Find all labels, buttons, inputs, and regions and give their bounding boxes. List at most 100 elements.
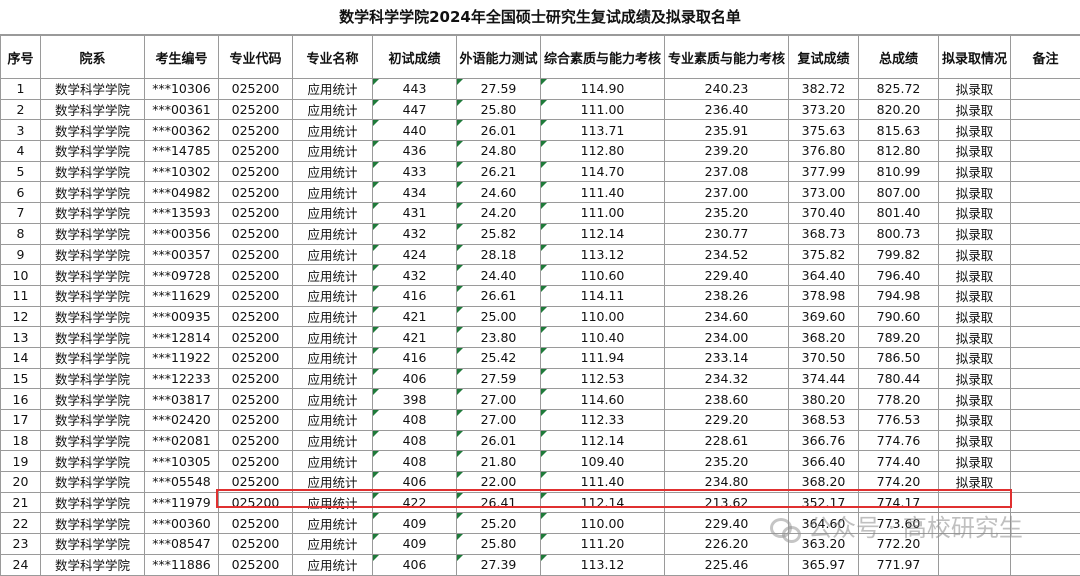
- table-cell: 4: [1, 141, 41, 162]
- table-cell: 24.60: [457, 182, 541, 203]
- table-cell: 114.60: [541, 389, 665, 410]
- table-cell: 369.60: [789, 306, 859, 327]
- table-cell: 数学科学学院: [41, 451, 145, 472]
- table-cell: 111.00: [541, 99, 665, 120]
- table-cell: 数学科学学院: [41, 99, 145, 120]
- table-cell: 810.99: [859, 161, 939, 182]
- table-cell: 数学科学学院: [41, 285, 145, 306]
- table-cell: ***12814: [145, 327, 219, 348]
- table-cell: 025200: [219, 79, 293, 100]
- table-cell: [1011, 472, 1080, 493]
- table-cell: 数学科学学院: [41, 306, 145, 327]
- table-cell: 应用统计: [293, 244, 373, 265]
- table-cell: 应用统计: [293, 410, 373, 431]
- table-cell: [1011, 513, 1080, 534]
- column-header: 拟录取情况: [939, 36, 1011, 79]
- table-cell: 8: [1, 223, 41, 244]
- table-cell: 数学科学学院: [41, 161, 145, 182]
- table-cell: 796.40: [859, 265, 939, 286]
- table-cell: 238.26: [665, 285, 789, 306]
- table-cell: 432: [373, 223, 457, 244]
- table-cell: 820.20: [859, 99, 939, 120]
- table-cell: 774.40: [859, 451, 939, 472]
- table-cell: 应用统计: [293, 513, 373, 534]
- table-cell: 11: [1, 285, 41, 306]
- table-cell: 26.41: [457, 492, 541, 513]
- table-cell: ***00935: [145, 306, 219, 327]
- table-cell: 790.60: [859, 306, 939, 327]
- table-cell: 拟录取: [939, 99, 1011, 120]
- table-cell: [1011, 244, 1080, 265]
- table-cell: 应用统计: [293, 182, 373, 203]
- table-cell: 776.53: [859, 410, 939, 431]
- table-cell: 拟录取: [939, 368, 1011, 389]
- table-cell: [1011, 161, 1080, 182]
- table-cell: ***11979: [145, 492, 219, 513]
- table-row: 12数学科学学院***00935025200应用统计42125.00110.00…: [1, 306, 1080, 327]
- table-cell: 236.40: [665, 99, 789, 120]
- table-cell: 424: [373, 244, 457, 265]
- table-cell: 408: [373, 410, 457, 431]
- table-cell: 799.82: [859, 244, 939, 265]
- table-cell: 数学科学学院: [41, 141, 145, 162]
- table-cell: 406: [373, 368, 457, 389]
- table-cell: 421: [373, 306, 457, 327]
- table-cell: 025200: [219, 327, 293, 348]
- table-cell: 380.20: [789, 389, 859, 410]
- table-cell: 数学科学学院: [41, 368, 145, 389]
- table-cell: 408: [373, 451, 457, 472]
- table-cell: 应用统计: [293, 99, 373, 120]
- table-cell: 110.00: [541, 306, 665, 327]
- table-cell: 26.21: [457, 161, 541, 182]
- table-cell: 数学科学学院: [41, 265, 145, 286]
- table-cell: 数学科学学院: [41, 120, 145, 141]
- table-cell: 364.60: [789, 513, 859, 534]
- table-cell: 416: [373, 347, 457, 368]
- table-cell: 数学科学学院: [41, 203, 145, 224]
- column-header: 院系: [41, 36, 145, 79]
- table-cell: 778.20: [859, 389, 939, 410]
- table-row: 18数学科学学院***02081025200应用统计40826.01112.14…: [1, 430, 1080, 451]
- table-cell: 应用统计: [293, 306, 373, 327]
- table-cell: 025200: [219, 223, 293, 244]
- table-cell: 27.00: [457, 389, 541, 410]
- table-cell: 拟录取: [939, 223, 1011, 244]
- table-cell: [1011, 99, 1080, 120]
- table-row: 11数学科学学院***11629025200应用统计41626.61114.11…: [1, 285, 1080, 306]
- table-cell: 数学科学学院: [41, 472, 145, 493]
- table-cell: 377.99: [789, 161, 859, 182]
- table-cell: [1011, 492, 1080, 513]
- table-row: 19数学科学学院***10305025200应用统计40821.80109.40…: [1, 451, 1080, 472]
- table-cell: 26.61: [457, 285, 541, 306]
- table-cell: 数学科学学院: [41, 534, 145, 555]
- table-row: 10数学科学学院***09728025200应用统计43224.40110.60…: [1, 265, 1080, 286]
- table-cell: 17: [1, 410, 41, 431]
- table-cell: [1011, 265, 1080, 286]
- table-cell: 应用统计: [293, 347, 373, 368]
- table-cell: 应用统计: [293, 265, 373, 286]
- table-cell: ***04982: [145, 182, 219, 203]
- table-cell: 25.82: [457, 223, 541, 244]
- table-cell: 应用统计: [293, 472, 373, 493]
- table-cell: 10: [1, 265, 41, 286]
- table-cell: 800.73: [859, 223, 939, 244]
- table-cell: ***08547: [145, 534, 219, 555]
- table-cell: 拟录取: [939, 451, 1011, 472]
- table-cell: [1011, 120, 1080, 141]
- table-cell: 22: [1, 513, 41, 534]
- table-cell: 786.50: [859, 347, 939, 368]
- table-cell: [1011, 534, 1080, 555]
- column-header: 考生编号: [145, 36, 219, 79]
- table-cell: 数学科学学院: [41, 244, 145, 265]
- table-cell: 110.40: [541, 327, 665, 348]
- table-cell: 27.00: [457, 410, 541, 431]
- table-cell: 238.60: [665, 389, 789, 410]
- table-cell: 382.72: [789, 79, 859, 100]
- table-cell: 228.61: [665, 430, 789, 451]
- table-cell: 应用统计: [293, 327, 373, 348]
- table-cell: 拟录取: [939, 120, 1011, 141]
- table-row: 14数学科学学院***11922025200应用统计41625.42111.94…: [1, 347, 1080, 368]
- table-cell: 234.32: [665, 368, 789, 389]
- table-cell: [1011, 389, 1080, 410]
- table-cell: [1011, 79, 1080, 100]
